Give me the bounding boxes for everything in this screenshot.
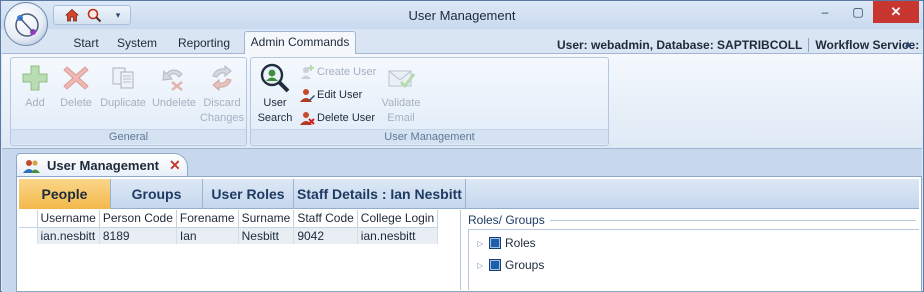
undelete-label: Undelete (151, 97, 197, 109)
create-user-button[interactable]: Create User (299, 62, 376, 82)
column-header-username[interactable]: Username (37, 210, 100, 228)
column-header-person-code[interactable]: Person Code (99, 210, 177, 228)
user-delete-icon (300, 112, 315, 125)
folder-icon (489, 259, 501, 271)
subtab-staff-details[interactable]: Staff Details : Ian Nesbitt (294, 179, 466, 209)
tab-system[interactable]: System (112, 33, 162, 53)
ribbon-tab-strip: Start System Reporting Admin Commands Us… (2, 29, 924, 54)
column-header-college-login[interactable]: College Login (357, 210, 439, 228)
validate-email-label-line1: Validate (381, 97, 421, 109)
tab-reporting[interactable]: Reporting (172, 33, 236, 53)
cell-username[interactable]: ian.nesbitt (37, 227, 100, 244)
tab-start[interactable]: Start (62, 33, 110, 53)
cell-surname[interactable]: Nesbitt (238, 227, 295, 244)
group-general: Add Delete Duplicate Undelete Discard Ch… (10, 57, 247, 146)
discard-label-line1: Discard (203, 97, 241, 109)
row-header-corner (19, 210, 38, 228)
subtab-people[interactable]: People (19, 179, 111, 209)
maximize-button[interactable]: ▢ (843, 1, 873, 23)
tree-node-roles[interactable]: ▷ Roles (477, 234, 536, 252)
sub-tab-strip: People Groups User Roles Staff Details :… (19, 179, 919, 209)
user-edit-icon (300, 89, 315, 102)
roles-groups-tree: ▷ Roles ▷ Groups (468, 229, 919, 290)
expand-icon[interactable]: ▷ (477, 239, 489, 248)
status-separator (808, 37, 810, 52)
document-tab-label: User Management (47, 158, 159, 173)
subtab-groups[interactable]: Groups (111, 179, 203, 209)
duplicate-button[interactable]: Duplicate (97, 62, 149, 111)
user-plus-icon (301, 65, 314, 79)
delete-label: Delete (60, 97, 92, 109)
ribbon-panel: Add Delete Duplicate Undelete Discard Ch… (2, 53, 922, 149)
edit-user-button[interactable]: Edit User (299, 85, 362, 105)
envelope-check-icon (388, 70, 416, 89)
duplicate-pages-icon (112, 67, 134, 89)
window-title: User Management (408, 8, 516, 23)
delete-user-label: Delete User (317, 112, 376, 124)
roles-groups-divider (550, 220, 916, 221)
user-management-content: People Groups User Roles Staff Details :… (16, 176, 922, 292)
folder-icon (489, 237, 501, 249)
title-bar: ▾ User Management ‒ ▢ ✕ (1, 1, 923, 29)
add-label: Add (25, 97, 45, 109)
cell-forename[interactable]: Ian (176, 227, 239, 244)
undelete-button[interactable]: Undelete (149, 62, 199, 111)
column-header-staff-code[interactable]: Staff Code (293, 210, 358, 228)
tree-node-groups[interactable]: ▷ Groups (477, 256, 544, 274)
discard-changes-button[interactable]: Discard Changes (199, 62, 245, 126)
group-general-label: General (11, 129, 246, 144)
minimize-button[interactable]: ‒ (809, 1, 841, 23)
maximize-icon: ▢ (852, 5, 864, 19)
people-table: Username Person Code Forename Surname St… (19, 210, 439, 244)
minimize-icon: ‒ (821, 5, 829, 19)
column-header-surname[interactable]: Surname (238, 210, 295, 228)
create-user-label: Create User (317, 66, 377, 78)
group-user-management: User Search Create User Edit User Delete… (250, 57, 609, 146)
people-grid: Username Person Code Forename Surname St… (19, 210, 461, 290)
cell-staff-code[interactable]: 9042 (293, 227, 358, 244)
close-tab-icon[interactable]: ✕ (169, 157, 181, 174)
delete-button[interactable]: Delete (55, 62, 97, 111)
discard-label-line2: Changes (199, 112, 245, 124)
validate-email-button[interactable]: Validate Email (379, 62, 423, 126)
x-delete-icon (63, 66, 89, 90)
column-header-forename[interactable]: Forename (176, 210, 239, 228)
user-search-label-line2: Search (257, 112, 293, 124)
tree-node-label: Roles (505, 236, 536, 250)
group-user-management-label: User Management (251, 129, 608, 144)
user-search-button[interactable]: User Search (253, 62, 297, 126)
users-icon (23, 159, 40, 173)
tree-node-label: Groups (505, 258, 545, 272)
tab-admin-commands[interactable]: Admin Commands (244, 31, 356, 54)
plus-icon (22, 65, 48, 91)
document-tab-user-management[interactable]: User Management ✕ (16, 153, 188, 177)
document-area: User Management ✕ People Groups User Rol… (2, 149, 922, 292)
table-header-row: Username Person Code Forename Surname St… (19, 210, 439, 228)
validate-email-label-line2: Email (387, 112, 415, 124)
duplicate-label: Duplicate (100, 97, 146, 109)
expand-icon[interactable]: ▷ (477, 261, 489, 270)
table-row[interactable]: ian.nesbitt 8189 Ian Nesbitt 9042 ian.ne… (19, 227, 439, 244)
close-icon: ✕ (890, 4, 902, 19)
delete-user-button[interactable]: Delete User (299, 108, 375, 128)
collapse-ribbon-icon[interactable]: ▲ (903, 39, 913, 50)
roles-groups-title: Roles/ Groups (468, 213, 549, 227)
app-window: ▾ User Management ‒ ▢ ✕ Start System Rep… (0, 0, 924, 292)
user-search-label-line1: User (263, 97, 287, 109)
undo-arrow-icon (162, 69, 183, 91)
add-button[interactable]: Add (15, 62, 55, 111)
app-logo-icon (15, 13, 39, 37)
cell-college-login[interactable]: ian.nesbitt (357, 227, 439, 244)
roles-groups-panel: Roles/ Groups ▷ Roles ▷ Groups (466, 210, 919, 290)
row-selector[interactable] (19, 227, 38, 244)
application-menu-button[interactable] (4, 2, 48, 46)
close-button[interactable]: ✕ (873, 1, 919, 23)
magnifier-user-icon (260, 63, 290, 93)
status-area: User: webadmin, Database: SAPTRIBCOLL Wo… (557, 37, 924, 52)
subtab-user-roles[interactable]: User Roles (203, 179, 294, 209)
cell-person-code[interactable]: 8189 (99, 227, 177, 244)
edit-user-label: Edit User (317, 89, 363, 101)
user-database-status: User: webadmin, Database: SAPTRIBCOLL (557, 37, 803, 52)
refresh-arrows-icon (212, 64, 232, 92)
